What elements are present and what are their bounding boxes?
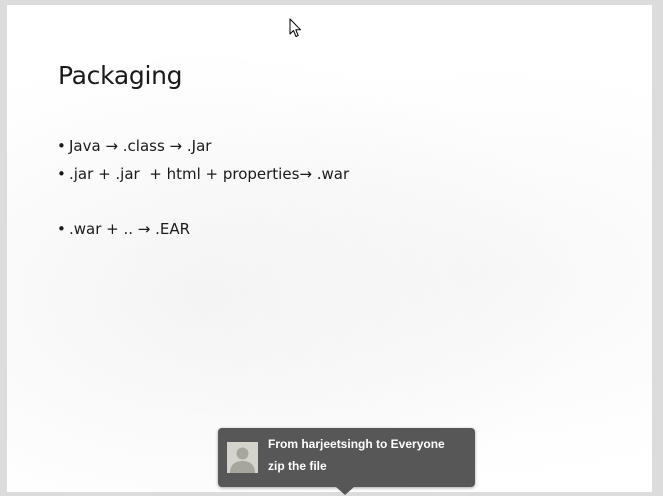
mouse-pointer-icon (289, 18, 301, 37)
default-user-avatar-icon (227, 442, 258, 473)
slide: Packaging Java → .class → .Jar .jar + .j… (7, 5, 652, 492)
bullet-item: Java → .class → .Jar (57, 135, 349, 163)
presentation-frame: Packaging Java → .class → .Jar .jar + .j… (0, 0, 663, 496)
chat-notification-popup[interactable]: From harjeetsingh to Everyone zip the fi… (218, 428, 475, 495)
chat-message-text: zip the file (268, 459, 327, 473)
chat-sender-line: From harjeetsingh to Everyone (268, 437, 445, 451)
slide-title: Packaging (58, 61, 183, 90)
bullet-item: .war + .. → .EAR (57, 218, 349, 246)
bullet-item: .jar + .jar + html + properties→ .war (57, 163, 349, 191)
bullet-list: Java → .class → .Jar .jar + .jar + html … (57, 135, 349, 246)
popup-pointer (336, 487, 354, 495)
